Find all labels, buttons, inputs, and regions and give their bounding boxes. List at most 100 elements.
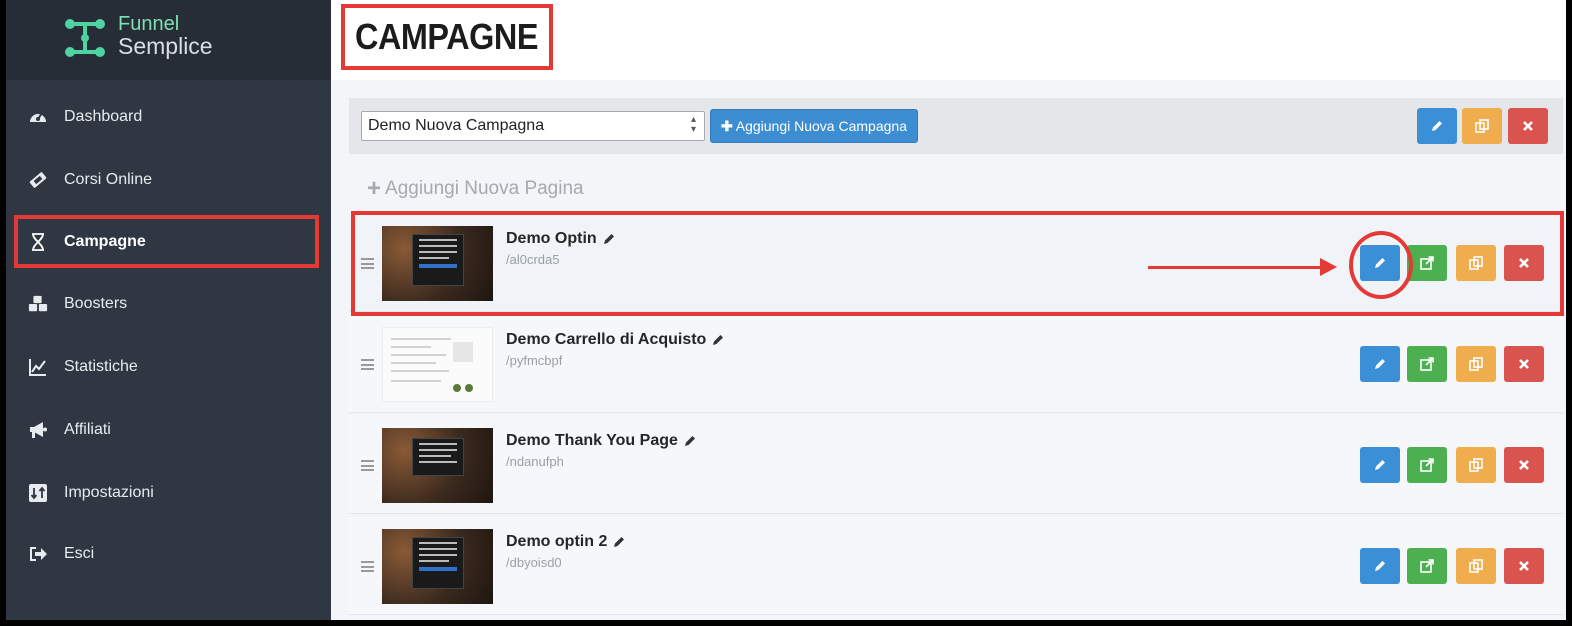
pencil-icon[interactable]	[612, 535, 626, 549]
page-row: Demo Carrello di Acquisto /pyfmcbpf	[349, 315, 1563, 413]
page-header: CAMPAGNE	[331, 0, 1566, 80]
close-icon	[1519, 561, 1529, 571]
external-link-icon	[1420, 458, 1434, 472]
main-content: CAMPAGNE Demo Nuova Campagna ▴ ▾ ✚ Aggiun…	[331, 0, 1566, 620]
sidebar-item-label: Impostazioni	[64, 484, 154, 501]
brand-name: Funnel Semplice	[118, 14, 213, 58]
line-chart-icon	[28, 357, 48, 377]
edit-page-button[interactable]	[1360, 548, 1400, 584]
edit-page-button[interactable]	[1360, 346, 1400, 382]
close-icon	[1519, 460, 1529, 470]
sidebar-item-esci[interactable]: Esci	[14, 528, 319, 580]
page-name: Demo Carrello di Acquisto	[506, 331, 707, 348]
open-page-button[interactable]	[1407, 245, 1447, 281]
page-slug: /dbyoisd0	[506, 555, 562, 570]
pencil-icon	[1375, 561, 1385, 571]
page-thumbnail	[382, 428, 493, 503]
copy-icon	[1469, 458, 1483, 472]
page-thumbnail	[382, 226, 493, 301]
edit-campaign-button[interactable]	[1417, 108, 1457, 144]
page-row: Demo optin 2 /dbyoisd0	[349, 517, 1563, 615]
app-frame: Funnel Semplice Dashboard Corsi Online C…	[6, 0, 1566, 620]
page-slug: /pyfmcbpf	[506, 353, 563, 368]
pencil-icon	[1375, 460, 1385, 470]
add-page-link[interactable]: + Aggiungi Nuova Pagina	[367, 175, 584, 203]
external-link-icon	[1420, 357, 1434, 371]
page-thumbnail	[382, 327, 493, 402]
ticket-icon	[28, 170, 48, 190]
drag-handle-icon[interactable]	[361, 561, 374, 572]
sidebar-item-corsi-online[interactable]: Corsi Online	[14, 154, 319, 206]
sidebar-item-statistiche[interactable]: Statistiche	[14, 341, 319, 393]
copy-icon	[1469, 357, 1483, 371]
sidebar-item-dashboard[interactable]: Dashboard	[14, 91, 319, 143]
select-arrows-icon: ▴ ▾	[690, 114, 696, 135]
page-thumbnail	[382, 529, 493, 604]
page-title-link[interactable]: Demo optin 2	[506, 533, 626, 551]
duplicate-page-button[interactable]	[1456, 447, 1496, 483]
sidebar-item-impostazioni[interactable]: Impostazioni	[14, 467, 319, 519]
duplicate-page-button[interactable]	[1456, 548, 1496, 584]
edit-page-button[interactable]	[1360, 245, 1400, 281]
drag-handle-icon[interactable]	[361, 258, 374, 269]
page-name: Demo Thank You Page	[506, 432, 678, 449]
sidebar-item-label: Boosters	[64, 295, 128, 312]
open-page-button[interactable]	[1407, 548, 1447, 584]
drag-handle-icon[interactable]	[361, 460, 374, 471]
pencil-icon[interactable]	[711, 333, 725, 347]
page-title-link[interactable]: Demo Thank You Page	[506, 432, 697, 450]
open-page-button[interactable]	[1407, 447, 1447, 483]
delete-page-button[interactable]	[1504, 548, 1544, 584]
sidebar-item-label: Affiliati	[64, 421, 111, 438]
sort-icon	[28, 483, 48, 503]
annotation-sidebar-highlight	[14, 215, 319, 268]
add-campaign-label: Aggiungi Nuova Campagna	[735, 118, 907, 134]
pencil-icon[interactable]	[683, 434, 697, 448]
page-slug: /al0crda5	[506, 252, 560, 267]
edit-page-button[interactable]	[1360, 447, 1400, 483]
sign-out-icon	[28, 544, 48, 564]
page-title-link[interactable]: Demo Carrello di Acquisto	[506, 331, 725, 349]
open-page-button[interactable]	[1407, 346, 1447, 382]
duplicate-page-button[interactable]	[1456, 245, 1496, 281]
add-page-label: Aggiungi Nuova Pagina	[385, 178, 584, 199]
funnel-logo-icon	[65, 19, 105, 57]
annotation-arrow-head	[1320, 258, 1337, 276]
copy-icon	[1475, 119, 1489, 133]
dashboard-gauge-icon	[28, 107, 48, 127]
drag-handle-icon[interactable]	[361, 359, 374, 370]
copy-icon	[1469, 256, 1483, 270]
external-link-icon	[1420, 256, 1434, 270]
pencil-icon[interactable]	[602, 232, 616, 246]
sidebar-item-label: Corsi Online	[64, 171, 153, 188]
pencil-icon	[1432, 121, 1442, 131]
close-icon	[1519, 258, 1529, 268]
sidebar-item-label: Esci	[64, 545, 95, 562]
brand-logo[interactable]: Funnel Semplice	[6, 0, 331, 80]
megaphone-icon	[28, 420, 48, 440]
plus-icon: +	[367, 175, 382, 202]
brand-line-2: Semplice	[118, 33, 213, 59]
page-title-box: CAMPAGNE	[341, 4, 553, 70]
campaign-select[interactable]: Demo Nuova Campagna ▴ ▾	[361, 111, 705, 141]
duplicate-campaign-button[interactable]	[1462, 108, 1502, 144]
annotation-arrow	[1148, 266, 1326, 269]
campaign-select-value: Demo Nuova Campagna	[368, 117, 545, 134]
add-campaign-button[interactable]: ✚ Aggiungi Nuova Campagna	[710, 109, 918, 143]
page-title-link[interactable]: Demo Optin	[506, 230, 616, 248]
sidebar-item-boosters[interactable]: Boosters	[14, 278, 319, 330]
delete-campaign-button[interactable]	[1508, 108, 1548, 144]
delete-page-button[interactable]	[1504, 346, 1544, 382]
sidebar: Funnel Semplice Dashboard Corsi Online C…	[6, 0, 331, 620]
brand-line-1: Funnel	[118, 13, 180, 35]
copy-icon	[1469, 559, 1483, 573]
sidebar-item-affiliati[interactable]: Affiliati	[14, 404, 319, 456]
page-name: Demo optin 2	[506, 533, 608, 550]
page-row: Demo Thank You Page /ndanufph	[349, 416, 1563, 514]
delete-page-button[interactable]	[1504, 245, 1544, 281]
pencil-icon	[1375, 359, 1385, 369]
page-name: Demo Optin	[506, 230, 597, 247]
delete-page-button[interactable]	[1504, 447, 1544, 483]
duplicate-page-button[interactable]	[1456, 346, 1496, 382]
cubes-icon	[28, 294, 48, 314]
